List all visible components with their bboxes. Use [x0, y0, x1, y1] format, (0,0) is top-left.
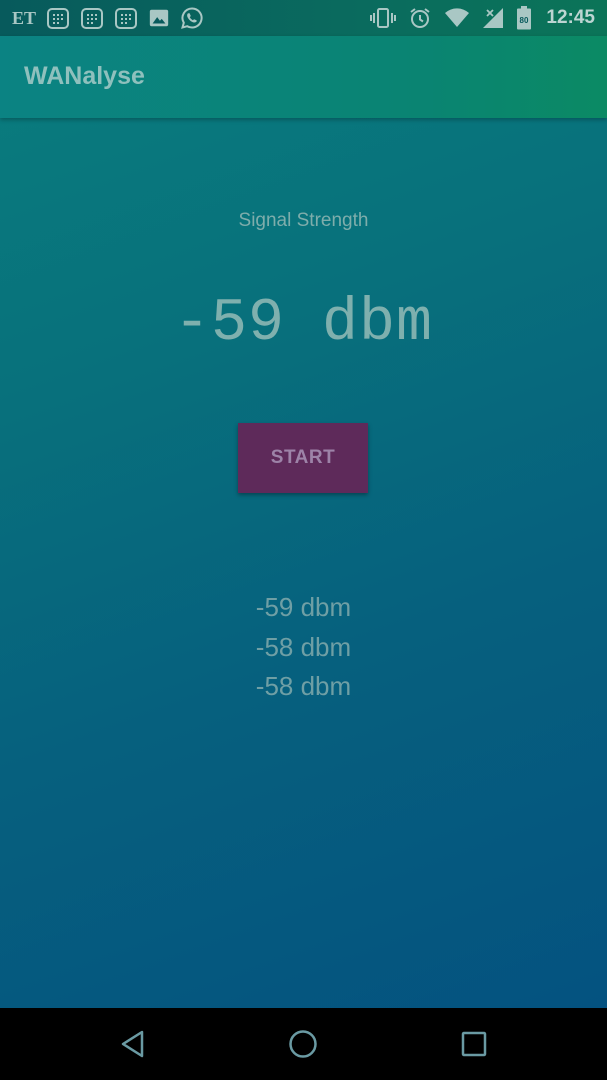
vibrate-icon	[370, 6, 397, 30]
status-bar: ET 80 12:45	[0, 0, 607, 36]
wifi-icon	[444, 7, 470, 29]
recents-icon[interactable]	[456, 1026, 492, 1062]
calendar-icon	[46, 6, 70, 30]
battery-level: 80	[520, 16, 529, 25]
et-news-icon: ET	[12, 7, 37, 28]
status-bar-system: 80 12:45	[370, 0, 595, 36]
image-icon	[148, 7, 170, 29]
list-item: -58 dbm	[255, 671, 352, 701]
whatsapp-icon	[180, 6, 204, 30]
start-button[interactable]: START	[238, 423, 368, 493]
app-bar: WANalyse	[0, 36, 607, 118]
list-item: -58 dbm	[255, 631, 352, 662]
calendar-icon	[114, 6, 138, 30]
alarm-icon	[408, 6, 432, 30]
app-title: WANalyse	[24, 62, 145, 90]
signal-strength-label: Signal Strength	[238, 210, 369, 231]
current-signal-value: -59 dbm	[173, 290, 434, 358]
navigation-bar	[0, 1008, 607, 1080]
status-bar-notifications: ET	[12, 0, 204, 36]
signal-history-list: -59 dbm -58 dbm -58 dbm	[0, 588, 607, 707]
signal-icon	[482, 7, 504, 29]
back-icon[interactable]	[115, 1026, 151, 1062]
home-icon[interactable]	[285, 1026, 321, 1062]
list-item: -59 dbm	[255, 592, 352, 622]
battery-icon: 80	[516, 6, 532, 30]
calendar-icon	[80, 6, 104, 30]
clock: 12:45	[546, 7, 595, 28]
